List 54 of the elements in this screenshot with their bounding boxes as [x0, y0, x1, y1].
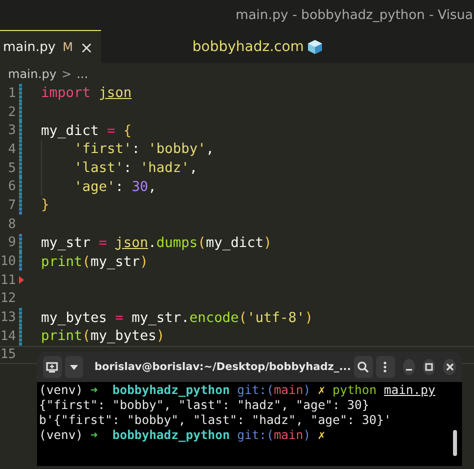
terminal-line: b'{"first": "bobby", "last": "hadz", "age": 30}' — [39, 413, 392, 428]
line-number: 9 — [7, 235, 16, 250]
tab-label: main.py — [3, 40, 56, 54]
line-number: 5 — [7, 160, 16, 176]
search-icon — [357, 361, 370, 373]
line-number: 2 — [7, 104, 16, 120]
code-line: print(my_bytes) — [41, 328, 165, 344]
minimize-button[interactable] — [402, 359, 415, 375]
code-line: my_str = json.dumps(my_dict) — [41, 234, 272, 251]
maximize-button[interactable] — [423, 359, 436, 375]
breadcrumb-file[interactable]: main.py — [8, 66, 57, 80]
line-number: 13 — [0, 310, 16, 326]
code-line: my_dict = { — [41, 122, 132, 139]
code-line: } — [41, 197, 50, 214]
terminal-line: {"first": "bobby", "last": "hadz", "age": 30} — [39, 398, 370, 413]
code-line: my_bytes = my_str.encode('utf-8') — [41, 310, 313, 326]
terminal-line: (venv) ➜ bobbyhadz_python git:(main) ✗ — [39, 428, 326, 443]
banner-text: bobbyhadz.com — [192, 38, 304, 54]
modified-label: M — [62, 40, 73, 54]
code-line: 'age': 30, — [74, 178, 156, 195]
caret-icon — [70, 364, 78, 370]
code-line: print(my_str) — [41, 254, 148, 270]
window-title: main.py - bobbyhadz_python - Visua — [236, 8, 474, 22]
line-number: 1 — [7, 86, 16, 101]
maximize-icon — [425, 363, 434, 371]
cube-icon — [306, 38, 323, 54]
breadcrumb-separator: > — [62, 66, 72, 80]
code-line: 'last': 'hadz', — [74, 160, 198, 176]
terminal-title: borislav@borislav:~/Desktop/bobbyhadz_... — [93, 361, 352, 373]
terminal-line: (venv) ➜ bobbyhadz_python git:(main) ✗ python main.py — [39, 383, 436, 398]
line-number: 6 — [7, 179, 16, 194]
line-number: 4 — [7, 142, 16, 157]
new-tab-button[interactable] — [43, 356, 62, 378]
line-number: 12 — [0, 291, 16, 306]
editor-tab[interactable]: main.py M × — [0, 30, 102, 63]
search-button[interactable] — [354, 356, 373, 378]
line-number: 15 — [0, 347, 16, 362]
line-number: 14 — [0, 328, 16, 344]
line-number: 3 — [7, 123, 16, 138]
close-button[interactable] — [443, 359, 456, 375]
scrollbar-thumb[interactable] — [453, 430, 457, 456]
close-icon[interactable]: × — [80, 38, 94, 56]
close-icon — [446, 363, 454, 371]
kebab-menu-icon — [383, 361, 388, 373]
dropdown-button[interactable] — [64, 356, 84, 378]
terminal-icon — [46, 362, 58, 372]
menu-button[interactable] — [376, 356, 395, 378]
code-line: 'first': 'bobby', — [74, 141, 214, 158]
line-number: 11 — [0, 272, 16, 288]
line-number: 10 — [0, 254, 16, 270]
line-number: 7 — [7, 198, 16, 213]
code-line: import json — [41, 85, 132, 102]
line-number: 8 — [7, 216, 16, 232]
breadcrumb-more[interactable]: ... — [76, 66, 88, 80]
